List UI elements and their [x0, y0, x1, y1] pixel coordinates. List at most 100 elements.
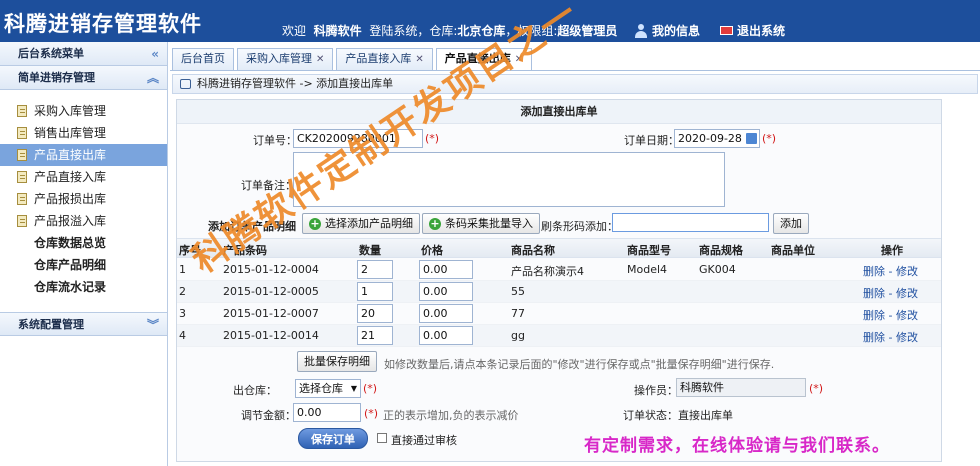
document-icon	[17, 127, 27, 139]
direct-audit-checkbox[interactable]	[377, 433, 387, 443]
sidebar-item-9[interactable]: 仓库流水记录	[0, 276, 167, 298]
close-icon[interactable]: ✕	[515, 54, 523, 65]
sidebar-group-inventory[interactable]: 简单进销存管理 ︽	[0, 66, 167, 90]
sidebar-group-system[interactable]: 系统配置管理 ︾	[0, 312, 167, 336]
sidebar-item-7[interactable]: 仓库数据总览	[0, 232, 167, 254]
tab-2[interactable]: 采购入库管理 ✕	[237, 48, 334, 70]
select-product-button[interactable]: + 选择添加产品明细	[302, 213, 420, 234]
barcode-batch-import-button[interactable]: + 条码采集批量导入	[422, 213, 540, 234]
sidebar-item-3[interactable]: 产品直接出库	[0, 144, 167, 166]
tab-3[interactable]: 产品直接入库 ✕	[336, 48, 433, 70]
edit-link[interactable]: 修改	[896, 287, 918, 300]
calendar-icon[interactable]	[746, 133, 757, 144]
permission-group: 超级管理员	[557, 24, 618, 38]
col-barcode: 产品条码	[223, 244, 267, 257]
sidebar-item-label: 产品直接出库	[34, 148, 107, 162]
adjust-amount-label: 调节金额：	[241, 409, 296, 422]
add-barcode-button[interactable]: 添加	[773, 213, 809, 234]
sidebar-item-2[interactable]: 销售出库管理	[0, 122, 167, 144]
edit-link[interactable]: 修改	[896, 265, 918, 278]
row-barcode: 2015-01-12-0004	[223, 263, 319, 276]
logout-link[interactable]: 退出系统	[720, 22, 785, 39]
col-model: 商品型号	[627, 244, 671, 257]
row-price-input[interactable]: 0.00	[419, 260, 473, 279]
sidebar-item-5[interactable]: 产品报损出库	[0, 188, 167, 210]
app-brand: 科腾进销存管理软件	[4, 12, 202, 36]
chevron-up-icon[interactable]: ︽	[147, 66, 159, 90]
row-name: 77	[511, 307, 525, 320]
delete-link[interactable]: 删除	[863, 331, 885, 344]
tab-4[interactable]: 产品直接出库 ✕	[435, 48, 533, 70]
row-actions: 删除 - 修改	[863, 265, 918, 278]
location-icon	[180, 79, 191, 89]
delete-link[interactable]: 删除	[863, 287, 885, 300]
exit-icon	[720, 26, 733, 35]
adjust-amount-input[interactable]: 0.00	[293, 403, 361, 422]
form-title: 添加直接出库单	[177, 100, 941, 124]
col-actions: 操作	[881, 244, 903, 257]
welcome-text: 欢迎 科腾软件 登陆系统，仓库:北京仓库，权限组:超级管理员	[282, 24, 618, 38]
row-actions: 删除 - 修改	[863, 287, 918, 300]
col-spec: 商品规格	[699, 244, 743, 257]
batch-save-hint: 如修改数量后,请点本条记录后面的"修改"进行保存或点"批量保存明细"进行保存.	[384, 358, 775, 371]
remark-textarea[interactable]	[293, 152, 725, 207]
row-spec: GK004	[699, 263, 736, 276]
order-form-panel: 添加直接出库单 订单号： CK202009280001 (*) 订单日期： 20…	[176, 99, 942, 462]
sidebar-item-label: 产品报溢入库	[34, 214, 107, 228]
promo-text: 有定制需求，在线体验请与我们联系。	[584, 436, 890, 456]
delete-link[interactable]: 删除	[863, 265, 885, 278]
tab-label: 产品直接出库	[444, 52, 511, 65]
current-user: 科腾软件	[313, 24, 362, 38]
plus-icon: +	[429, 217, 441, 230]
table-row: 3 2015-01-12-0007 20 0.00 77 删除 - 修改	[177, 303, 941, 325]
document-icon	[17, 105, 27, 117]
row-qty-input[interactable]: 2	[357, 260, 393, 279]
operator-required: (*)	[809, 382, 824, 395]
edit-link[interactable]: 修改	[896, 309, 918, 322]
out-warehouse-label: 出仓库：	[233, 384, 277, 397]
row-no: 3	[179, 307, 186, 320]
sidebar-menu-header[interactable]: 后台系统菜单 «	[0, 42, 167, 66]
row-name: gg	[511, 329, 525, 342]
my-info-link[interactable]: 我的信息	[634, 22, 700, 39]
close-icon[interactable]: ✕	[415, 54, 423, 65]
sidebar-item-4[interactable]: 产品直接入库	[0, 166, 167, 188]
order-no-input[interactable]: CK202009280001	[293, 129, 423, 148]
sidebar-item-8[interactable]: 仓库产品明细	[0, 254, 167, 276]
row-price-input[interactable]: 0.00	[419, 304, 473, 323]
row-barcode: 2015-01-12-0007	[223, 307, 319, 320]
tab-1[interactable]: 后台首页	[172, 48, 234, 70]
sidebar-item-6[interactable]: 产品报溢入库	[0, 210, 167, 232]
row-price-input[interactable]: 0.00	[419, 282, 473, 301]
batch-save-button[interactable]: 批量保存明细	[297, 351, 377, 372]
row-no: 1	[179, 263, 186, 276]
row-price-input[interactable]: 0.00	[419, 326, 473, 345]
order-date-input[interactable]: 2020-09-28	[674, 129, 760, 148]
table-row: 4 2015-01-12-0014 21 0.00 gg 删除 - 修改	[177, 325, 941, 347]
operator-input: 科腾软件	[676, 378, 806, 397]
order-date-required: (*)	[762, 132, 777, 145]
chevron-down-icon[interactable]: ︾	[147, 313, 159, 337]
row-name: 55	[511, 285, 525, 298]
save-order-button[interactable]: 保存订单	[298, 428, 368, 449]
row-qty-input[interactable]: 1	[357, 282, 393, 301]
barcode-label: 刷条形码添加：	[541, 220, 618, 233]
col-unit: 商品单位	[771, 244, 815, 257]
delete-link[interactable]: 删除	[863, 309, 885, 322]
col-name: 商品名称	[511, 244, 555, 257]
edit-link[interactable]: 修改	[896, 331, 918, 344]
row-name: 产品名称演示4	[511, 265, 584, 278]
order-status-value: 直接出库单	[678, 409, 733, 422]
row-qty-input[interactable]: 20	[357, 304, 393, 323]
sidebar: 后台系统菜单 « 简单进销存管理 ︽ 采购入库管理 销售出库管理产品直接出库产品直…	[0, 42, 168, 466]
tab-bar: 后台首页 采购入库管理 ✕ 产品直接入库 ✕ 产品直接出库 ✕	[172, 48, 533, 70]
close-icon[interactable]: ✕	[316, 54, 324, 65]
row-qty-input[interactable]: 21	[357, 326, 393, 345]
out-warehouse-select[interactable]: 选择仓库 ▼	[295, 379, 361, 398]
sidebar-item-1[interactable]: 采购入库管理	[0, 100, 167, 122]
row-model: Model4	[627, 263, 668, 276]
remark-label: 订单备注：	[241, 179, 296, 192]
collapse-left-icon[interactable]: «	[151, 42, 159, 66]
table-row: 2 2015-01-12-0005 1 0.00 55 删除 - 修改	[177, 281, 941, 303]
barcode-input[interactable]	[612, 213, 769, 232]
